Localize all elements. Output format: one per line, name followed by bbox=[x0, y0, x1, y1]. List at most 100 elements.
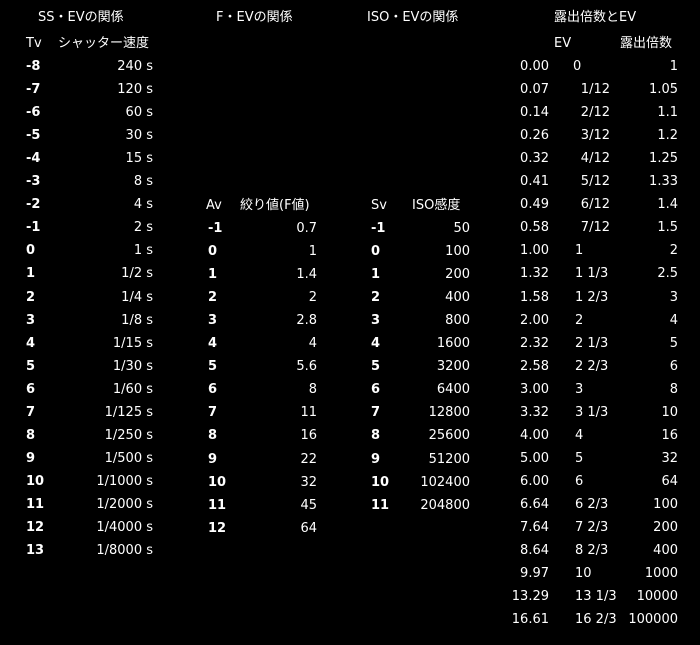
ss-tv-value: 12 bbox=[26, 520, 45, 535]
iso-value: 100 bbox=[445, 244, 470, 260]
ss-tv-value: -4 bbox=[26, 151, 41, 167]
iso-sv-value: 0 bbox=[371, 244, 381, 260]
exp-ev-value: 2 2/3 bbox=[575, 358, 609, 374]
iso-value: 400 bbox=[445, 290, 470, 306]
f-fnum-value: 22 bbox=[300, 451, 317, 467]
ss-speed-value: 1/2 s bbox=[121, 266, 153, 282]
f-fnum-value: 64 bbox=[300, 520, 317, 536]
exp-col-ev: EV bbox=[554, 36, 572, 51]
iso-value: 6400 bbox=[436, 382, 470, 398]
iso-sv-value: -1 bbox=[371, 221, 386, 236]
exp-decimal-value: 13.29 bbox=[511, 589, 549, 605]
exp-decimal-value: 6.00 bbox=[520, 473, 549, 489]
iso-value: 200 bbox=[445, 267, 470, 283]
f-fnum-value: 32 bbox=[300, 474, 317, 490]
ss-tv-value: -1 bbox=[26, 220, 41, 236]
exp-mult-value: 1 bbox=[669, 59, 678, 74]
exp-decimal-value: 0.41 bbox=[520, 174, 549, 190]
exp-ev-value: 5/12 bbox=[580, 174, 610, 190]
exp-ev-value: 3 bbox=[575, 381, 584, 397]
f-fnum-value: 11 bbox=[300, 405, 317, 421]
ss-speed-value: 1/15 s bbox=[112, 335, 153, 351]
ss-speed-value: 30 s bbox=[125, 128, 153, 144]
ss-tv-value: 0 bbox=[26, 243, 36, 259]
exp-mult-value: 1.33 bbox=[649, 174, 678, 190]
exp-mult-value: 5 bbox=[669, 335, 678, 351]
exp-mult-value: 64 bbox=[661, 473, 678, 489]
f-av-value: -1 bbox=[208, 221, 223, 236]
ss-speed-value: 1/1000 s bbox=[96, 473, 153, 489]
f-av-value: 4 bbox=[208, 336, 218, 352]
iso-sv-value: 1 bbox=[371, 267, 381, 283]
exp-mult-value: 6 bbox=[669, 358, 678, 374]
ss-tv-value: 1 bbox=[26, 266, 36, 282]
exp-decimal-value: 1.32 bbox=[520, 266, 549, 282]
exp-decimal-value: 1.00 bbox=[520, 243, 549, 259]
exp-decimal-value: 2.32 bbox=[520, 335, 549, 351]
exp-mult-value: 3 bbox=[669, 289, 678, 305]
exp-decimal-value: 3.00 bbox=[520, 381, 549, 397]
exp-ev-value: 1/12 bbox=[580, 82, 610, 98]
exp-ev-value: 6 2/3 bbox=[575, 496, 609, 512]
f-av-value: 6 bbox=[208, 382, 218, 398]
iso-value: 3200 bbox=[436, 359, 470, 375]
f-fnum-value: 1 bbox=[308, 244, 317, 260]
exp-decimal-value: 9.97 bbox=[520, 566, 549, 582]
f-fnum-value: 2 bbox=[308, 290, 317, 306]
iso-value: 204800 bbox=[420, 497, 470, 513]
exp-mult-value: 16 bbox=[661, 427, 678, 443]
f-av-value: 11 bbox=[208, 497, 227, 513]
ss-speed-value: 1/4000 s bbox=[96, 520, 153, 535]
exp-ev-value: 13 1/3 bbox=[575, 589, 617, 605]
ss-speed-value: 1/500 s bbox=[104, 450, 153, 466]
exp-decimal-value: 6.64 bbox=[520, 496, 549, 512]
exp-ev-value: 4 bbox=[575, 427, 584, 443]
exp-ev-value: 3/12 bbox=[580, 128, 610, 144]
ss-tv-value: -3 bbox=[26, 174, 41, 190]
ss-tv-value: 9 bbox=[26, 450, 36, 466]
ss-speed-value: 1/8 s bbox=[121, 312, 153, 328]
iso-value: 800 bbox=[445, 313, 470, 329]
exp-ev-value: 6 bbox=[575, 473, 584, 489]
exp-decimal-value: 2.58 bbox=[520, 358, 549, 374]
exp-decimal-value: 1.58 bbox=[520, 289, 549, 305]
exp-ev-value: 7 2/3 bbox=[575, 520, 609, 535]
exp-mult-value: 1.05 bbox=[649, 82, 678, 98]
ss-tv-value: 5 bbox=[26, 358, 36, 374]
ss-speed-value: 240 s bbox=[117, 59, 153, 74]
exp-ev-value: 16 2/3 bbox=[575, 612, 617, 628]
ss-speed-value: 1/8000 s bbox=[96, 543, 153, 559]
f-av-value: 5 bbox=[208, 359, 218, 375]
ss-tv-value: 13 bbox=[26, 543, 45, 559]
ss-tv-value: 4 bbox=[26, 335, 36, 351]
ss-tv-value: 6 bbox=[26, 381, 36, 397]
exp-mult-value: 100 bbox=[653, 496, 678, 512]
iso-sv-value: 9 bbox=[371, 451, 381, 467]
ss-tv-value: 2 bbox=[26, 289, 36, 305]
exp-mult-value: 4 bbox=[669, 312, 678, 328]
exp-ev-value: 1 2/3 bbox=[575, 289, 609, 305]
iso-sv-value: 7 bbox=[371, 405, 381, 421]
f-av-value: 3 bbox=[208, 313, 218, 329]
f-fnum-value: 16 bbox=[300, 428, 317, 444]
iso-value: 12800 bbox=[428, 405, 470, 421]
ss-speed-value: 4 s bbox=[133, 197, 153, 213]
iso-col-iso: ISO感度 bbox=[412, 198, 461, 213]
f-av-value: 0 bbox=[208, 244, 218, 260]
exp-decimal-value: 0.26 bbox=[520, 128, 549, 144]
ss-tv-value: -7 bbox=[26, 82, 41, 98]
exp-mult-value: 32 bbox=[661, 450, 678, 466]
exp-decimal-value: 7.64 bbox=[520, 520, 549, 535]
ss-tv-value: -8 bbox=[26, 59, 41, 74]
exp-col-mult: 露出倍数 bbox=[620, 36, 673, 51]
f-av-value: 7 bbox=[208, 405, 218, 421]
ss-tv-value: -5 bbox=[26, 128, 41, 144]
ss-speed-value: 1/2000 s bbox=[96, 496, 153, 512]
ss-tv-value: 7 bbox=[26, 404, 36, 420]
exp-mult-value: 2.5 bbox=[657, 266, 678, 282]
ss-tv-value: 8 bbox=[26, 427, 36, 443]
exp-mult-value: 1.25 bbox=[649, 151, 678, 167]
exp-decimal-value: 0.07 bbox=[520, 82, 549, 98]
exp-mult-value: 10 bbox=[661, 404, 678, 420]
ss-speed-value: 1/60 s bbox=[112, 381, 153, 397]
